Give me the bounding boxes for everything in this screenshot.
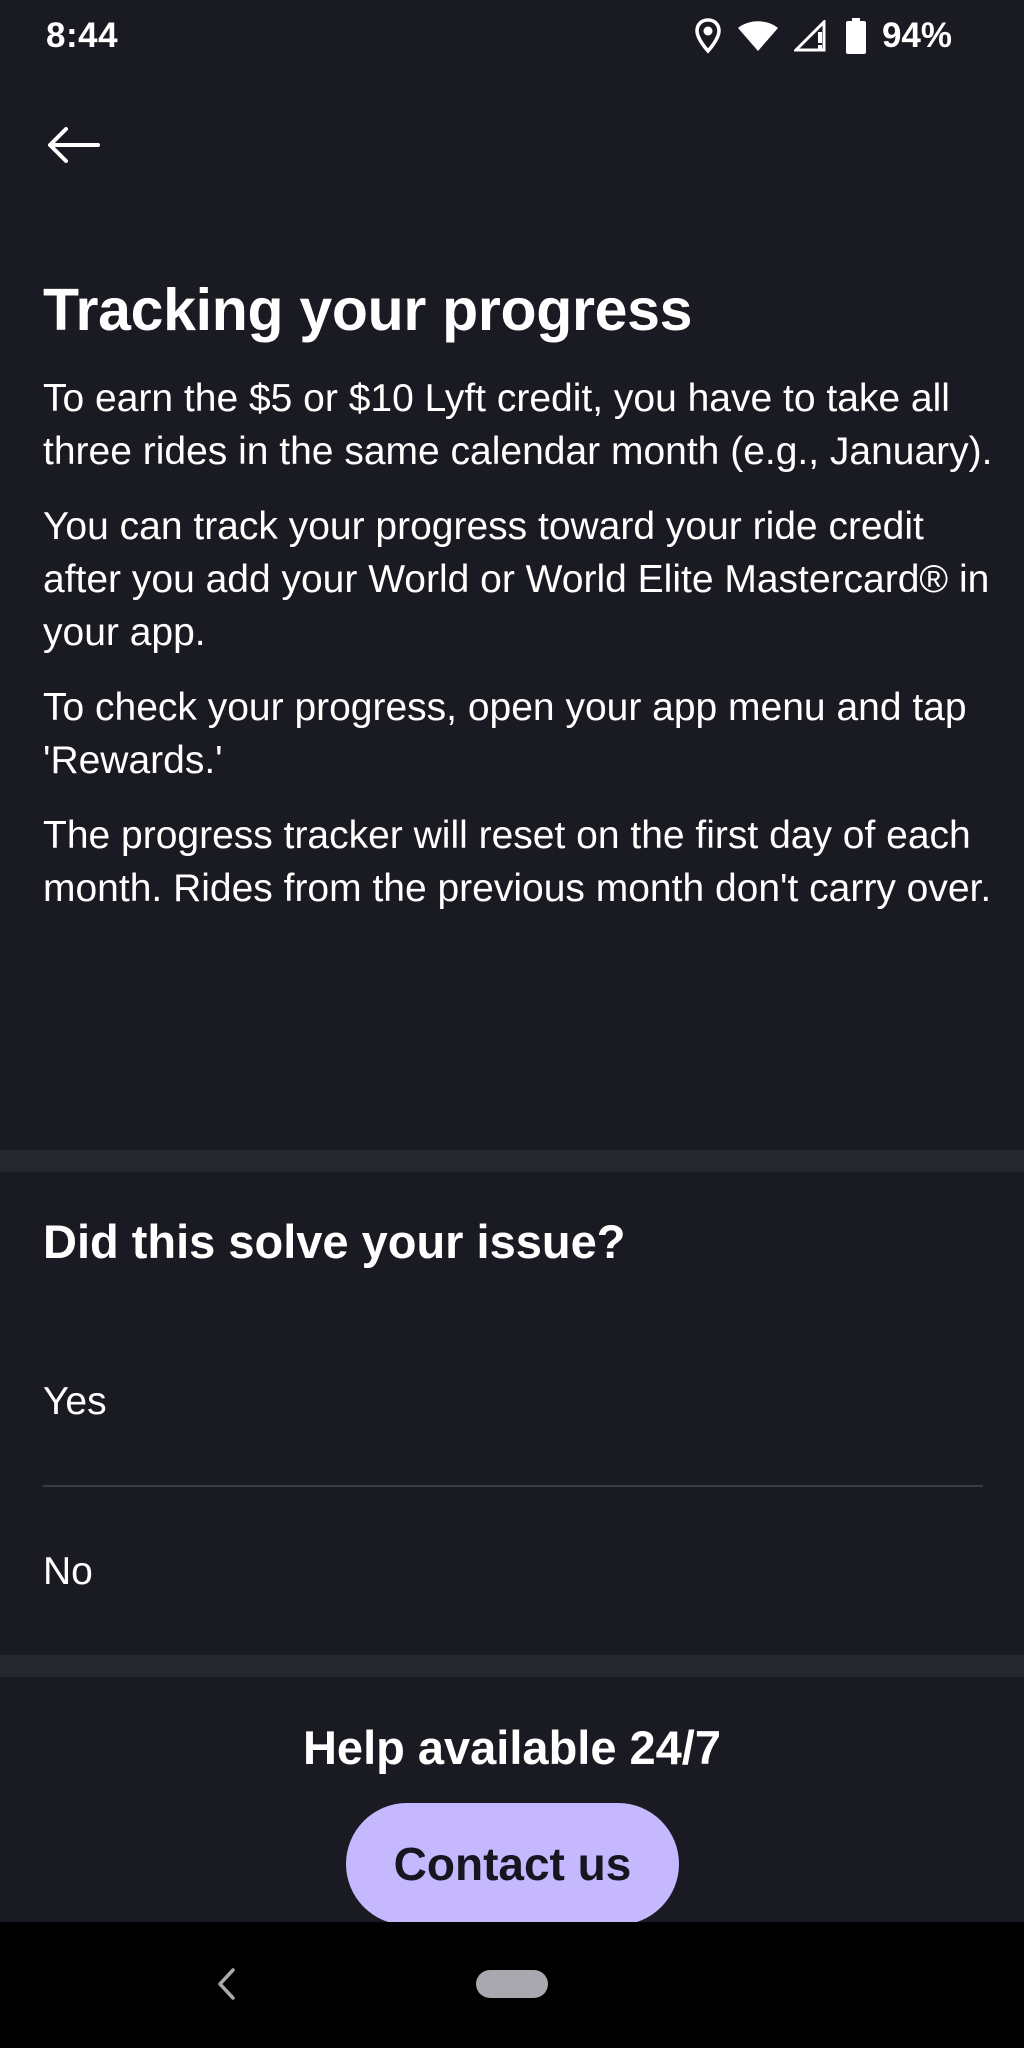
- article-paragraph: The progress tracker will reset on the f…: [43, 814, 992, 910]
- signal-icon: [793, 20, 830, 52]
- location-icon: [694, 18, 722, 54]
- section-divider: [0, 1655, 1024, 1677]
- status-icons: 94%: [694, 14, 952, 58]
- option-divider: [43, 1485, 983, 1487]
- feedback-no-option[interactable]: No: [43, 1532, 983, 1612]
- feedback-yes-option[interactable]: Yes: [43, 1362, 983, 1442]
- nav-back-icon: [218, 1968, 235, 2000]
- nav-back-button[interactable]: [206, 1958, 246, 2010]
- back-button[interactable]: [36, 114, 110, 176]
- article: Tracking your progress To earn the $5 or…: [43, 272, 993, 915]
- arrow-left-icon: [48, 127, 100, 163]
- battery-level: 94%: [881, 16, 952, 55]
- status-time: 8:44: [46, 16, 119, 55]
- article-paragraph: To earn the $5 or $10 Lyft credit, you h…: [43, 377, 993, 473]
- home-pill-icon[interactable]: [476, 1970, 548, 1998]
- contact-us-button[interactable]: Contact us: [346, 1803, 679, 1925]
- status-bar: 8:44 94%: [0, 0, 1024, 72]
- feedback-question: Did this solve your issue?: [43, 1215, 626, 1268]
- help-title: Help available 24/7: [302, 1721, 722, 1774]
- section-divider: [0, 1150, 1024, 1172]
- article-paragraph: You can track your progress toward your …: [43, 505, 990, 654]
- battery-icon: [845, 18, 866, 54]
- screen: 8:44 94% Tracking your progress To earn …: [0, 0, 1024, 2048]
- system-nav-bar: [0, 1922, 1024, 2048]
- page-title: Tracking your progress: [43, 277, 693, 343]
- wifi-icon: [737, 20, 778, 52]
- article-paragraph: To check your progress, open your app me…: [43, 686, 967, 782]
